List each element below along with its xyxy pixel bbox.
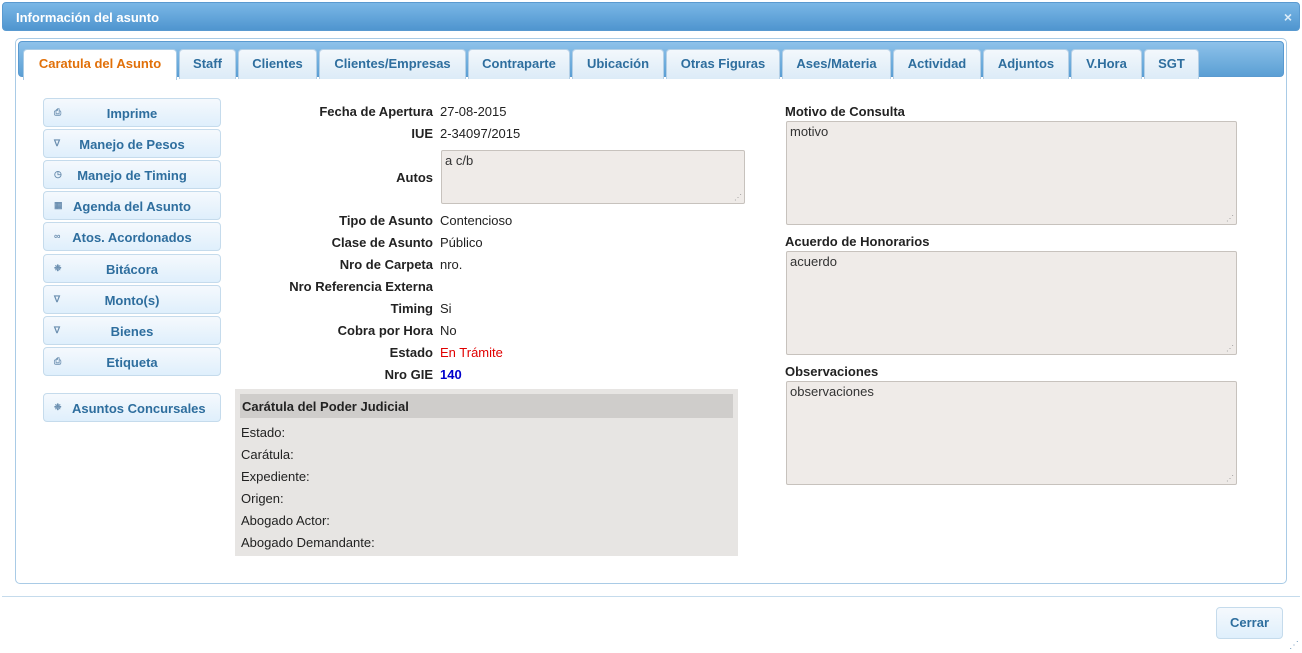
bitacora-button[interactable]: ❉ Bitácora bbox=[43, 254, 221, 283]
judicial-row: Expediente: bbox=[241, 469, 310, 484]
tipo-asunto-label: Tipo de Asunto bbox=[339, 213, 433, 228]
tab-sgt[interactable]: SGT bbox=[1144, 49, 1199, 79]
nro-carpeta-label: Nro de Carpeta bbox=[339, 257, 433, 272]
tab-otras-figuras[interactable]: Otras Figuras bbox=[666, 49, 780, 79]
motivo-value: motivo bbox=[790, 124, 829, 139]
fecha-apertura-value: 27-08-2015 bbox=[440, 104, 507, 119]
bienes-button[interactable]: ∇ Bienes bbox=[43, 316, 221, 345]
poder-judicial-title: Carátula del Poder Judicial bbox=[242, 399, 409, 414]
observaciones-value: observaciones bbox=[790, 384, 874, 399]
agenda-asunto-button[interactable]: ▦ Agenda del Asunto bbox=[43, 191, 221, 220]
atos-acordonados-button[interactable]: ∞ Atos. Acordonados bbox=[43, 222, 221, 251]
atos-acordonados-label: Atos. Acordonados bbox=[72, 230, 192, 245]
tab-bar: Caratula del Asunto Staff Clientes Clien… bbox=[18, 41, 1284, 80]
nro-gie-value: 140 bbox=[440, 367, 462, 382]
tab-caratula[interactable]: Caratula del Asunto bbox=[23, 49, 177, 80]
iue-label: IUE bbox=[411, 126, 433, 141]
etiqueta-button[interactable]: ⎙ Etiqueta bbox=[43, 347, 221, 376]
montos-button[interactable]: ∇ Monto(s) bbox=[43, 285, 221, 314]
manejo-timing-button[interactable]: ◷ Manejo de Timing bbox=[43, 160, 221, 189]
tab-ases-materia[interactable]: Ases/Materia bbox=[782, 49, 891, 79]
manejo-timing-label: Manejo de Timing bbox=[77, 168, 187, 183]
tipo-asunto-value: Contencioso bbox=[440, 213, 513, 228]
judicial-row: Carátula: bbox=[241, 447, 294, 462]
judicial-row: Abogado Demandante: bbox=[241, 535, 375, 550]
imprime-button[interactable]: ⎙ Imprime bbox=[43, 98, 221, 127]
close-icon[interactable]: × bbox=[1284, 9, 1292, 25]
clase-asunto-label: Clase de Asunto bbox=[331, 235, 433, 250]
resize-handle-icon[interactable]: ⋰ bbox=[1289, 640, 1299, 651]
judicial-row: Estado: bbox=[241, 425, 286, 440]
iue-value: 2-34097/2015 bbox=[440, 126, 521, 141]
asuntos-concursales-button[interactable]: ❉ Asuntos Concursales bbox=[43, 393, 221, 422]
timing-label: Timing bbox=[390, 301, 433, 316]
nro-ref-externa-label: Nro Referencia Externa bbox=[289, 279, 433, 294]
judicial-row: Abogado Actor: bbox=[241, 513, 330, 528]
tab-actividad[interactable]: Actividad bbox=[893, 49, 981, 79]
fecha-apertura-label: Fecha de Apertura bbox=[319, 104, 433, 119]
tab-clientes[interactable]: Clientes bbox=[238, 49, 317, 79]
observaciones-label: Observaciones bbox=[785, 364, 879, 379]
autos-textarea[interactable]: a c/b ⋰ bbox=[441, 150, 745, 204]
resize-grip-icon: ⋰ bbox=[1226, 214, 1234, 223]
etiqueta-label: Etiqueta bbox=[106, 355, 158, 370]
autos-value: a c/b bbox=[445, 153, 474, 168]
tab-contraparte[interactable]: Contraparte bbox=[468, 49, 570, 79]
cobra-hora-value: No bbox=[440, 323, 457, 338]
bitacora-label: Bitácora bbox=[105, 262, 159, 277]
tab-staff[interactable]: Staff bbox=[179, 49, 236, 79]
autos-label: Autos bbox=[396, 170, 433, 185]
cerrar-button[interactable]: Cerrar bbox=[1216, 607, 1283, 639]
cobra-hora-label: Cobra por Hora bbox=[337, 323, 433, 338]
bienes-label: Bienes bbox=[110, 324, 154, 339]
footer-divider bbox=[2, 596, 1300, 597]
motivo-label: Motivo de Consulta bbox=[785, 104, 905, 119]
tab-adjuntos[interactable]: Adjuntos bbox=[983, 49, 1069, 79]
manejo-pesos-button[interactable]: ∇ Manejo de Pesos bbox=[43, 129, 221, 158]
gear-icon: ❉ bbox=[54, 402, 62, 412]
poder-judicial-panel: Carátula del Poder Judicial Estado: Cará… bbox=[235, 389, 738, 556]
resize-grip-icon: ⋰ bbox=[1226, 344, 1234, 353]
judicial-row: Origen: bbox=[241, 491, 284, 506]
imprime-label: Imprime bbox=[106, 106, 158, 121]
observaciones-textarea[interactable]: observaciones ⋰ bbox=[786, 381, 1237, 485]
dialog-titlebar: Información del asunto × bbox=[2, 2, 1300, 31]
acuerdo-value: acuerdo bbox=[790, 254, 837, 269]
agenda-asunto-label: Agenda del Asunto bbox=[73, 199, 191, 214]
tab-clientes-empresas[interactable]: Clientes/Empresas bbox=[319, 49, 466, 79]
resize-grip-icon: ⋰ bbox=[1226, 474, 1234, 483]
acuerdo-label: Acuerdo de Honorarios bbox=[785, 234, 930, 249]
timing-value: Si bbox=[440, 301, 452, 316]
poder-judicial-header: Carátula del Poder Judicial bbox=[240, 394, 733, 418]
resize-grip-icon: ⋰ bbox=[734, 193, 742, 202]
estado-value: En Trámite bbox=[440, 345, 503, 360]
clase-asunto-value: Público bbox=[440, 235, 483, 250]
nro-gie-label: Nro GIE bbox=[384, 367, 433, 382]
nro-carpeta-value: nro. bbox=[440, 257, 463, 272]
montos-label: Monto(s) bbox=[104, 293, 160, 308]
acuerdo-textarea[interactable]: acuerdo ⋰ bbox=[786, 251, 1237, 355]
motivo-textarea[interactable]: motivo ⋰ bbox=[786, 121, 1237, 225]
tab-vhora[interactable]: V.Hora bbox=[1071, 49, 1142, 79]
estado-label: Estado bbox=[389, 345, 433, 360]
asuntos-concursales-label: Asuntos Concursales bbox=[72, 401, 206, 416]
dialog-title: Información del asunto bbox=[16, 10, 160, 25]
tab-ubicacion[interactable]: Ubicación bbox=[572, 49, 664, 79]
manejo-pesos-label: Manejo de Pesos bbox=[79, 137, 185, 152]
